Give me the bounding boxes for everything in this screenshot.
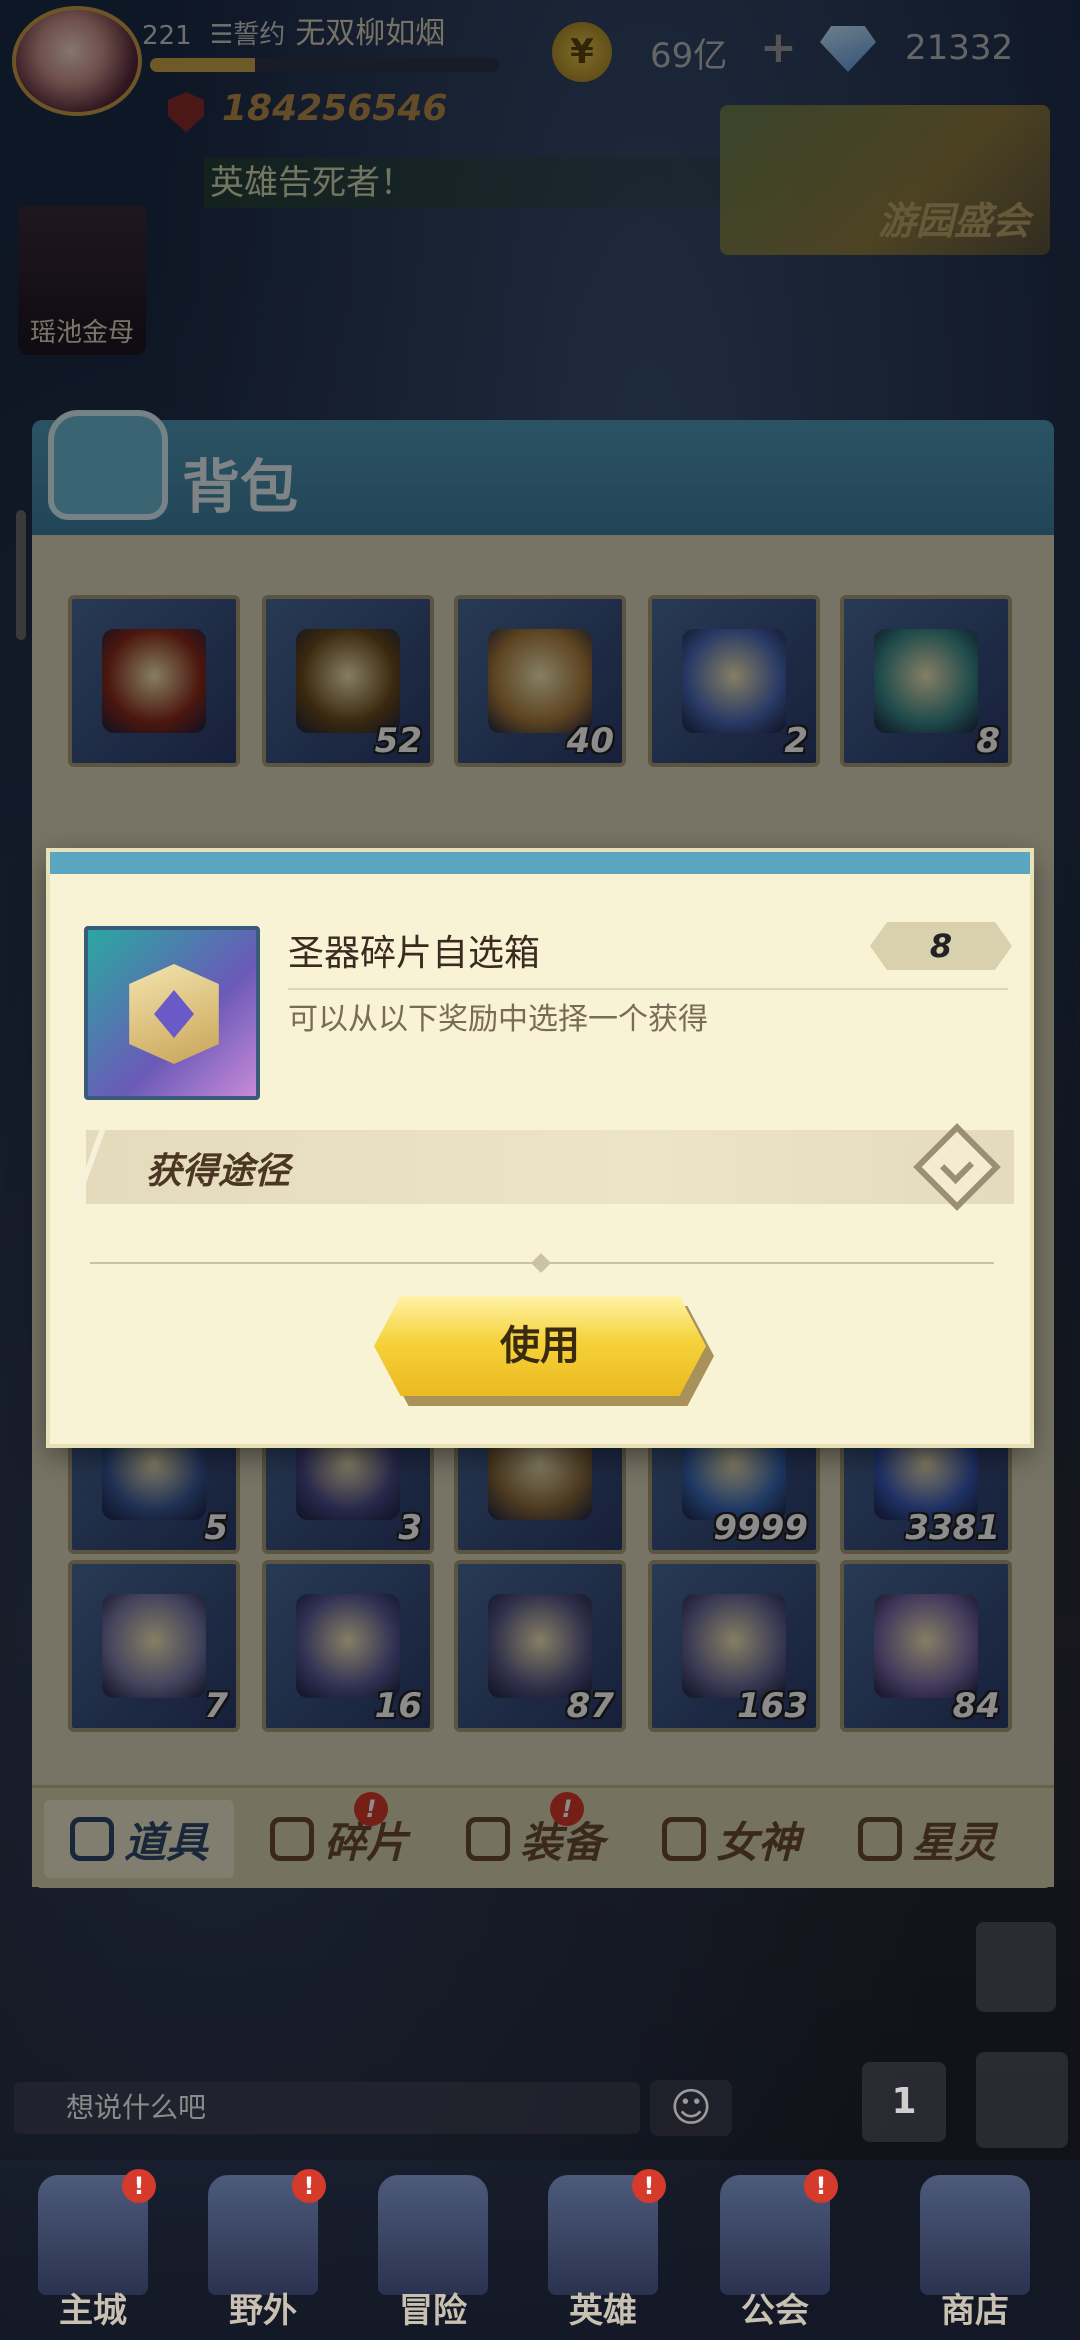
nav-icon <box>920 2175 1030 2295</box>
name-divider <box>288 988 1008 990</box>
item-thumbnail <box>84 926 260 1100</box>
nav-label: 英雄 <box>569 2291 637 2331</box>
notification-badge: ! <box>632 2169 666 2203</box>
item-description: 可以从以下奖励中选择一个获得 <box>288 1002 708 1037</box>
nav-item-3[interactable]: 英雄! <box>528 2169 678 2340</box>
ranking-button[interactable]: 1 <box>862 2062 946 2142</box>
item-count: 8 <box>870 922 1012 970</box>
chest-button[interactable] <box>976 2052 1068 2148</box>
item-name: 圣器碎片自选箱 <box>288 933 541 974</box>
nav-item-5[interactable]: 商店 <box>900 2175 1050 2340</box>
nav-item-0[interactable]: 主城! <box>18 2169 168 2340</box>
nav-icon <box>378 2175 488 2295</box>
nav-label: 主城 <box>59 2291 127 2331</box>
use-button[interactable]: 使用 <box>374 1296 706 1396</box>
nav-label: 公会 <box>741 2291 809 2331</box>
notification-badge: ! <box>292 2169 326 2203</box>
nav-label: 野外 <box>229 2291 297 2331</box>
nav-item-1[interactable]: 野外! <box>188 2169 338 2340</box>
chat-input[interactable]: 想说什么吧 <box>14 2082 640 2134</box>
emoji-button[interactable]: ☺ <box>650 2080 732 2136</box>
ranking-label: 1 <box>891 2081 917 2122</box>
notification-badge: ! <box>122 2169 156 2203</box>
nav-label: 冒险 <box>399 2291 467 2331</box>
source-title: 获得途径 <box>146 1151 291 1192</box>
notification-badge: ! <box>804 2169 838 2203</box>
nav-item-2[interactable]: 冒险 <box>358 2175 508 2340</box>
friends-button[interactable] <box>976 1922 1056 2012</box>
nav-label: 商店 <box>941 2291 1009 2331</box>
nav-item-4[interactable]: 公会! <box>700 2169 850 2340</box>
